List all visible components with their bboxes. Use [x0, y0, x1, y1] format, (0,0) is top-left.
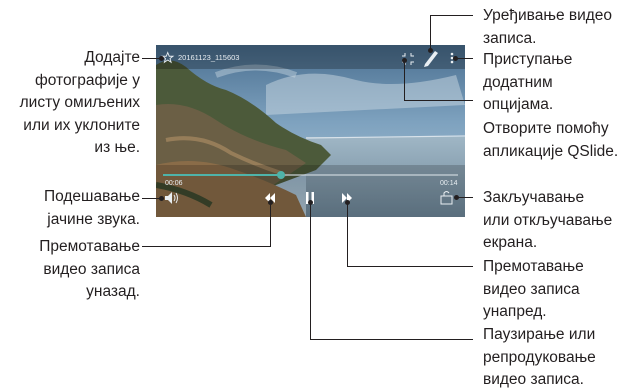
- callout-qslide-line: Отворите помоћу: [483, 120, 609, 137]
- callout-edit: Уређивање видео записа.: [483, 5, 612, 50]
- callout-favorites-line: листу омиљених: [19, 94, 140, 112]
- callout-lock-line: или откључавање: [483, 211, 613, 229]
- callout-pause-line: видео записа.: [483, 371, 584, 389]
- leader-line-edit-h: [430, 15, 473, 16]
- callout-rewind: Премотавање видео записа уназад.: [39, 236, 140, 304]
- callout-lock: Закључавање или откључавање екрана.: [483, 187, 612, 255]
- callout-lock-line: екрана.: [483, 234, 538, 252]
- callout-volume-line: јачине звука.: [47, 210, 140, 228]
- leader-line-edit-v: [430, 15, 431, 50]
- callout-favorites-line: из ње.: [94, 139, 140, 157]
- leader-line-pause-h: [310, 339, 473, 340]
- callout-pause-line: репродуковање: [483, 348, 596, 366]
- callout-forward-line: видео записа: [483, 280, 580, 298]
- leader-dot-favorites: [159, 56, 164, 61]
- leader-dot-rewind: [268, 200, 273, 205]
- time-total: 00:14: [440, 180, 458, 187]
- callout-qslide-line: апликације QSlide.: [483, 142, 619, 160]
- progress-thumb[interactable]: [277, 171, 285, 179]
- callout-forward-line: Премотавање: [483, 258, 584, 275]
- callout-rewind-line: видео записа: [43, 260, 140, 278]
- callout-lock-line: Закључавање: [483, 189, 585, 206]
- callout-edit-line: записа.: [483, 29, 537, 47]
- leader-dot-lock: [454, 195, 459, 200]
- callout-pause-line: Паузирање или: [483, 326, 596, 343]
- callout-qslide: Отворите помоћу апликације QSlide.: [483, 118, 618, 163]
- leader-dot-qslide: [402, 58, 407, 63]
- landscape-video-frame: [156, 45, 465, 217]
- leader-line-rewind-h: [142, 246, 271, 247]
- video-player-screen: 20161123_115603 00:06 00:14: [156, 45, 465, 217]
- video-filename: 20161123_115603: [178, 53, 240, 62]
- leader-line-forward-h: [347, 266, 473, 267]
- leader-line-forward-v: [347, 202, 348, 267]
- leader-line-lock: [458, 197, 473, 198]
- callout-favorites-line: или их уклоните: [23, 116, 140, 134]
- leader-line-qslide-v: [404, 60, 405, 101]
- callout-favorites: Додајте фотографије у листу омиљених или…: [20, 47, 140, 160]
- callout-pause: Паузирање или репродуковање видео записа…: [483, 324, 596, 391]
- leader-dot-more: [453, 56, 458, 61]
- callout-favorites-line: Додајте: [84, 49, 140, 66]
- leader-dot-volume: [159, 196, 164, 201]
- callout-edit-line: Уређивање видео: [483, 7, 613, 24]
- callout-forward-line: унапред.: [483, 303, 547, 321]
- leader-line-qslide-h: [404, 100, 473, 101]
- callout-volume-line: Подешавање: [43, 188, 140, 205]
- callout-more-options: Приступање додатним опцијама.: [483, 49, 572, 117]
- callout-rewind-line: Премотавање: [39, 238, 140, 255]
- callout-rewind-line: уназад.: [86, 283, 140, 301]
- leader-dot-forward: [345, 200, 350, 205]
- leader-dot-edit: [428, 48, 433, 53]
- leader-line-more: [456, 58, 473, 59]
- callout-volume: Подешавање јачине звука.: [44, 186, 140, 231]
- video-player-diagram: 20161123_115603 00:06 00:14 Додајте фото…: [0, 0, 627, 391]
- callout-more-line: Приступање: [483, 51, 573, 68]
- leader-line-rewind-v: [270, 202, 271, 247]
- leader-dot-pause: [308, 200, 313, 205]
- leader-line-pause-v: [310, 202, 311, 340]
- time-elapsed: 00:06: [165, 180, 183, 187]
- callout-forward: Премотавање видео записа унапред.: [483, 256, 584, 324]
- callout-favorites-line: фотографије у: [34, 71, 140, 89]
- callout-more-line: опцијама.: [483, 96, 554, 114]
- callout-more-line: додатним: [483, 73, 553, 91]
